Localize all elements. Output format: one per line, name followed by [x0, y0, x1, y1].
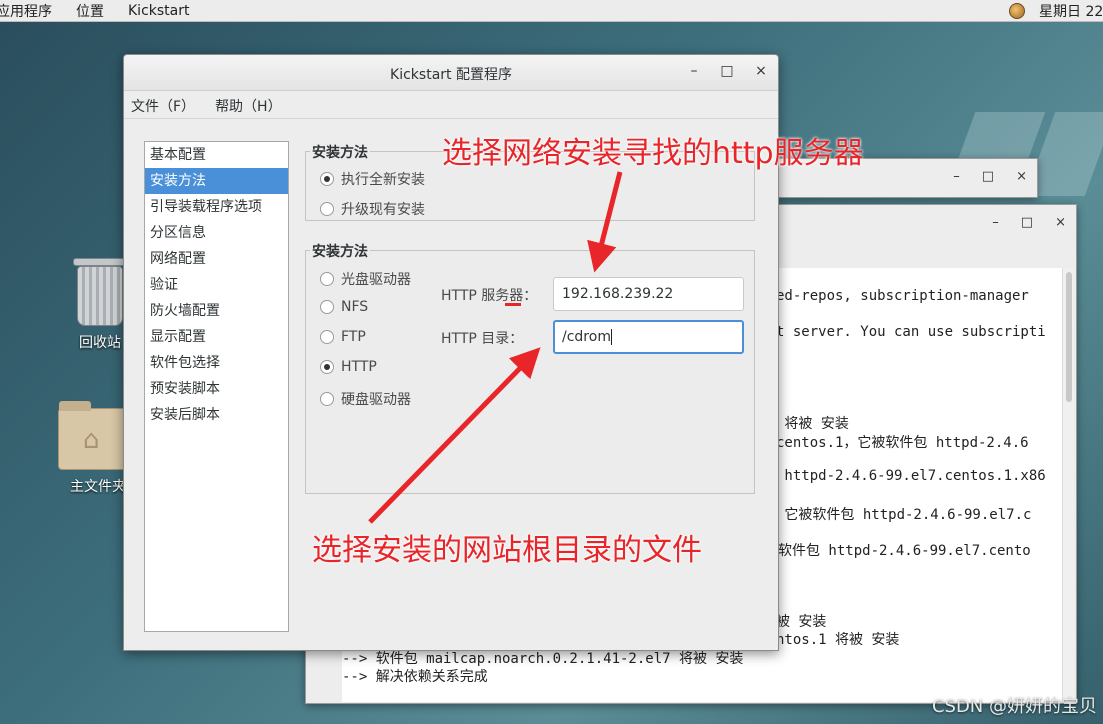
home-icon: ⌂ [83, 425, 100, 455]
radio-nfs[interactable]: NFS [320, 299, 368, 315]
watermark: CSDN @妍妍的宝贝 [931, 696, 1097, 717]
radio-indicator [320, 202, 334, 216]
radio-label: HTTP [341, 359, 377, 375]
radio-fresh-install[interactable]: 执行全新安装 [320, 169, 425, 189]
terminal-line: ed-repos, subscription-manager [776, 288, 1029, 304]
terminal-line: t server. You can use subscripti [776, 324, 1046, 340]
sidebar-item[interactable]: 软件包选择 [145, 350, 288, 376]
radio-upgrade[interactable]: 升级现有安装 [320, 199, 425, 219]
http-server-input[interactable]: 192.168.239.22 [553, 277, 744, 311]
top-panel-right: 星期日 22 [1009, 0, 1103, 22]
sidebar-item[interactable]: 分区信息 [145, 220, 288, 246]
radio-label: 硬盘驱动器 [341, 392, 411, 408]
annotation-top: 选择网络安装寻找的http服务器 [442, 136, 864, 171]
terminal-line: --> 解决依赖关系完成 [342, 669, 488, 685]
terminal-line: 被 安装 [776, 614, 827, 630]
terminal-line: 它被软件包 httpd-2.4.6-99.el7.c [776, 507, 1032, 523]
sidebar-item[interactable]: 引导装载程序选项 [145, 194, 288, 220]
terminal-line: 将被 安装 [776, 416, 849, 432]
terminal-line: --> 软件包 mailcap.noarch.0.2.1.41-2.el7 将被… [342, 651, 744, 667]
minimize-button[interactable]: – [684, 63, 704, 79]
annotation-bottom: 选择安装的网站根目录的文件 [312, 533, 702, 568]
http-directory-label: HTTP 目录： [441, 331, 524, 347]
applications-menu[interactable]: 应用程序 [0, 1, 52, 21]
maximize-icon[interactable]: □ [982, 169, 994, 184]
radio-label: 升级现有安装 [341, 202, 425, 218]
user-avatar-icon[interactable] [1009, 3, 1025, 19]
radio-indicator [320, 272, 334, 286]
terminal-line: centos.1，它被软件包 httpd-2.4.6 [776, 435, 1029, 451]
install-source-group: 安装方法 光盘驱动器 NFS FTP HTTP 硬盘驱动器 HTTP 服务器： … [305, 241, 755, 494]
radio-indicator [320, 300, 334, 314]
close-button[interactable]: × [751, 63, 771, 79]
trash-icon [73, 258, 127, 266]
radio-ftp[interactable]: FTP [320, 329, 366, 345]
maximize-icon[interactable]: □ [1021, 215, 1033, 230]
http-server-label: HTTP 服务器： [441, 288, 538, 304]
active-app-menu[interactable]: Kickstart [128, 3, 189, 19]
radio-label: NFS [341, 299, 369, 315]
terminal-scrollbar[interactable] [1062, 268, 1074, 702]
menu-help[interactable]: 帮助（H） [215, 96, 282, 116]
radio-label: FTP [341, 329, 366, 345]
radio-indicator [320, 360, 334, 374]
close-icon[interactable]: × [1055, 215, 1066, 230]
terminal-line: 它软件包 httpd-2.4.6-99.el7.cento [764, 543, 1031, 559]
minimize-icon[interactable]: – [992, 215, 999, 230]
close-icon[interactable]: × [1016, 169, 1027, 184]
dialog-title: Kickstart 配置程序 [390, 67, 512, 83]
radio-indicator [320, 392, 334, 406]
dialog-titlebar[interactable]: Kickstart 配置程序 – □ × [124, 55, 778, 91]
sidebar-item[interactable]: 网络配置 [145, 246, 288, 272]
sidebar-item[interactable]: 验证 [145, 272, 288, 298]
annotation-underline [505, 303, 521, 306]
radio-label: 执行全新安装 [341, 172, 425, 188]
radio-indicator [320, 330, 334, 344]
radio-label: 光盘驱动器 [341, 272, 411, 288]
http-directory-value: /cdrom [562, 329, 611, 345]
places-menu[interactable]: 位置 [76, 1, 104, 21]
category-list: 基本配置 安装方法 引导装载程序选项 分区信息 网络配置 验证 防火墙配置 显示配置 软件包选择… [144, 141, 289, 632]
install-type-legend: 安装方法 [310, 142, 370, 162]
radio-cdrom[interactable]: 光盘驱动器 [320, 269, 411, 289]
menu-file[interactable]: 文件（F） [131, 96, 195, 116]
clock[interactable]: 星期日 22 [1039, 1, 1103, 21]
sidebar-item[interactable]: 安装后脚本 [145, 402, 288, 428]
terminal-line: ntos.1 将被 安装 [776, 632, 900, 648]
sidebar-item[interactable]: 显示配置 [145, 324, 288, 350]
minimize-icon[interactable]: – [953, 169, 960, 184]
menu-bar: 文件（F） 帮助（H） [124, 93, 778, 119]
maximize-button[interactable]: □ [717, 63, 737, 79]
radio-http[interactable]: HTTP [320, 359, 377, 375]
sidebar-item[interactable]: 预安装脚本 [145, 376, 288, 402]
install-source-legend: 安装方法 [310, 241, 370, 261]
radio-indicator [320, 172, 334, 186]
sidebar-item[interactable]: 防火墙配置 [145, 298, 288, 324]
sidebar-item[interactable]: 基本配置 [145, 142, 288, 168]
sidebar-item[interactable]: 安装方法 [145, 168, 288, 194]
radio-harddrive[interactable]: 硬盘驱动器 [320, 389, 411, 409]
terminal-line: httpd-2.4.6-99.el7.centos.1.x86 [776, 468, 1046, 484]
top-panel: 应用程序 位置 Kickstart 星期日 22 [0, 0, 1103, 22]
http-directory-input[interactable]: /cdrom [553, 320, 744, 354]
